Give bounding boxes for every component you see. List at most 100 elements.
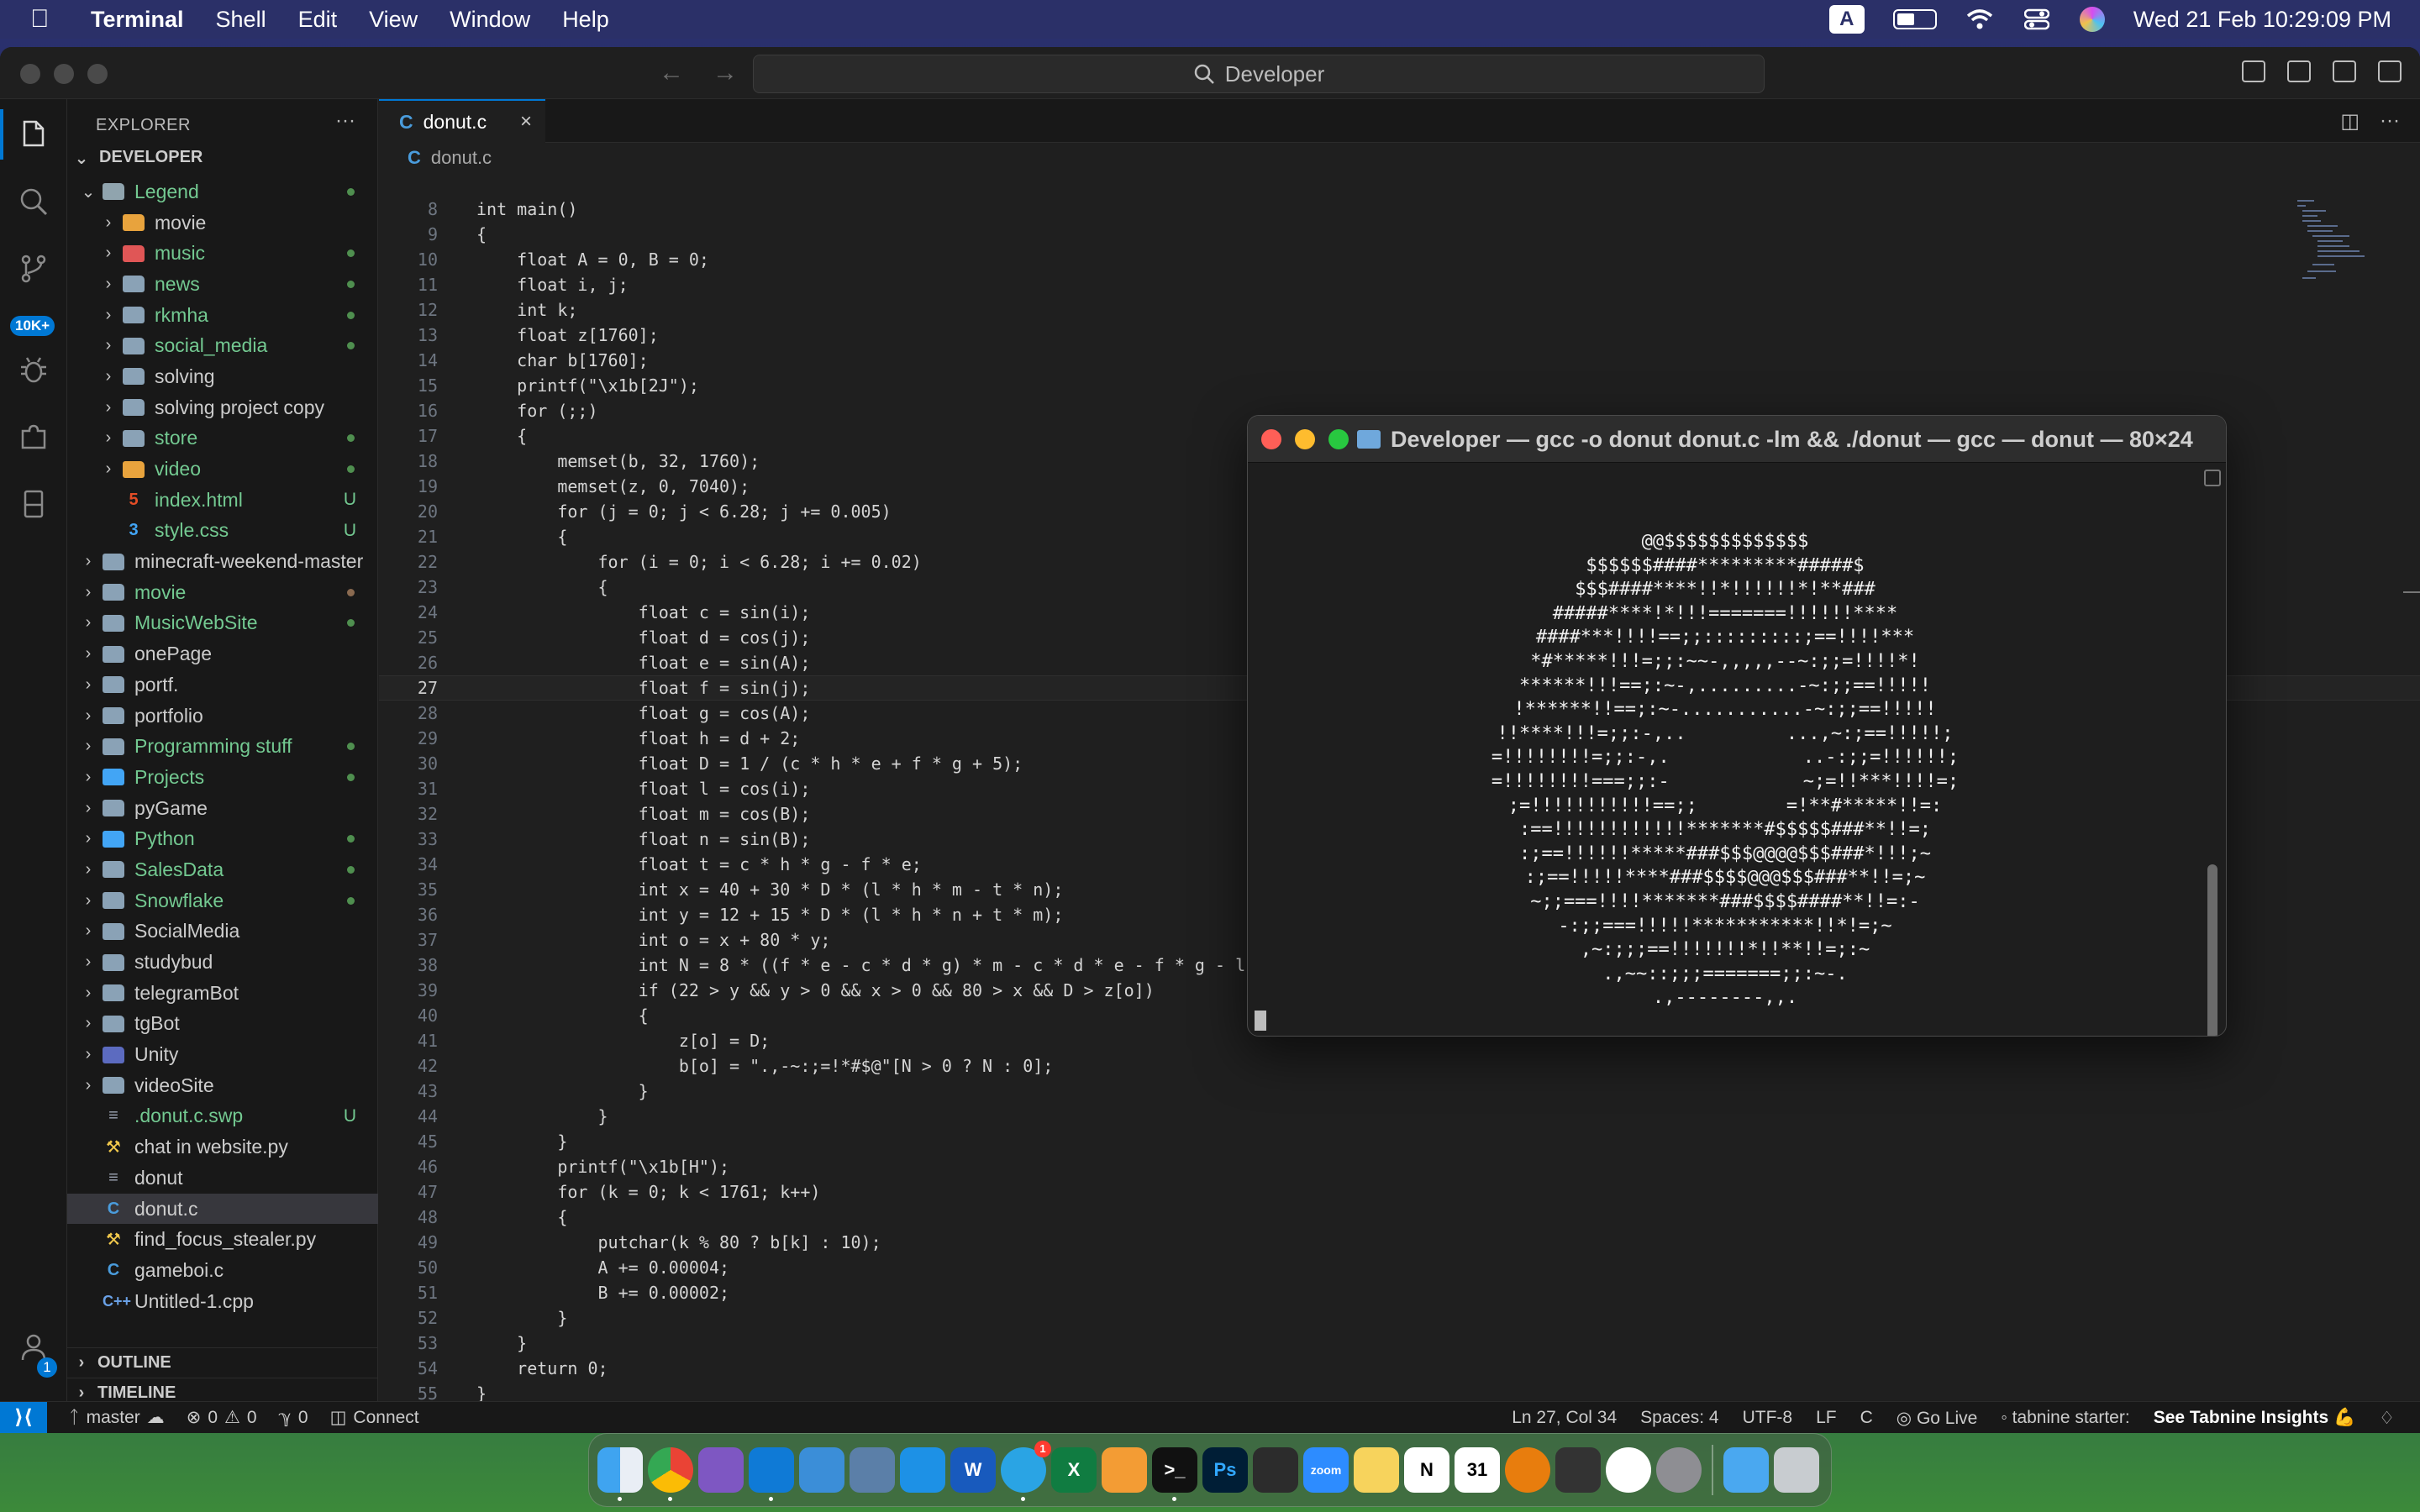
extensions-icon[interactable] (15, 418, 52, 455)
explorer-item[interactable]: › video (67, 454, 378, 485)
workspace-root[interactable]: ⌄ DEVELOPER (72, 148, 203, 169)
code-line[interactable]: 45 } (379, 1129, 2420, 1154)
outline-section[interactable]: › OUTLINE (67, 1347, 378, 1378)
dock-sublime[interactable] (1102, 1447, 1147, 1493)
dock-downloads[interactable] (1723, 1447, 1769, 1493)
control-center-icon[interactable] (2023, 5, 2051, 34)
go-live-button[interactable]: ◎ Go Live (1897, 1408, 1978, 1429)
explorer-item[interactable]: › pyGame (67, 793, 378, 824)
menu-clock[interactable]: Wed 21 Feb 10:29:09 PM (2133, 7, 2391, 33)
code-line[interactable]: 52 } (379, 1305, 2420, 1331)
indentation[interactable]: Spaces: 4 (1640, 1408, 1718, 1428)
input-source-icon[interactable]: A (1828, 5, 1865, 34)
dock-calendar[interactable]: 31 (1455, 1447, 1500, 1493)
code-line[interactable]: 46 printf("\x1b[H"); (379, 1154, 2420, 1179)
close-window-button[interactable] (20, 64, 40, 84)
explorer-item[interactable]: › portfolio (67, 701, 378, 732)
explorer-item[interactable]: › movie (67, 207, 378, 239)
code-line[interactable]: 53 } (379, 1331, 2420, 1356)
connect-button[interactable]: ◫ Connect (330, 1407, 419, 1428)
scrollbar-thumb[interactable] (2207, 864, 2217, 1036)
branch-indicator[interactable]: ᛏ master ☁ (69, 1407, 165, 1428)
dock-finder[interactable] (597, 1447, 643, 1501)
menu-shell[interactable]: Shell (216, 7, 266, 33)
code-line[interactable]: 11 float i, j; (379, 272, 2420, 297)
explorer-item[interactable]: ⌄ Legend (67, 176, 378, 207)
code-line[interactable]: 13 float z[1760]; (379, 323, 2420, 348)
code-line[interactable]: 43 } (379, 1079, 2420, 1104)
dock-telegram[interactable]: 1 (1001, 1441, 1051, 1501)
code-line[interactable]: 47 for (k = 0; k < 1761; k++) (379, 1179, 2420, 1205)
remote-indicator-icon[interactable]: ⟩⟨ (0, 1401, 47, 1433)
dock-terminal[interactable]: >_ (1152, 1447, 1197, 1501)
back-arrow-icon[interactable]: ← (659, 59, 684, 87)
explorer-item[interactable]: › solving project copy (67, 392, 378, 423)
tabnine-status[interactable]: ◦ tabnine starter: (2001, 1408, 2129, 1428)
code-line[interactable]: 15 printf("\x1b[2J"); (379, 373, 2420, 398)
explorer-item[interactable]: › music (67, 238, 378, 269)
dock-excel[interactable]: X (1051, 1447, 1097, 1493)
explorer-item[interactable]: › videoSite (67, 1070, 378, 1101)
dock-unity-hub[interactable] (1555, 1447, 1601, 1493)
explorer-item[interactable]: › Snowflake (67, 885, 378, 916)
explorer-item[interactable]: › rkmha (67, 300, 378, 331)
dock-photoshop[interactable]: Ps (1202, 1447, 1248, 1493)
end-of-line[interactable]: LF (1816, 1408, 1837, 1428)
wifi-icon[interactable] (1965, 5, 1994, 34)
code-line[interactable]: 10 float A = 0, B = 0; (379, 247, 2420, 272)
zoom-window-button[interactable] (87, 64, 108, 84)
dock-final-cut[interactable] (1253, 1447, 1298, 1493)
dock-word[interactable]: W (950, 1447, 996, 1493)
explorer-item[interactable]: 5 index.html U (67, 485, 378, 516)
explorer-item[interactable]: › Projects (67, 762, 378, 793)
dock-system-settings[interactable] (1656, 1447, 1702, 1493)
search-icon[interactable] (15, 183, 52, 220)
explorer-item[interactable]: ≡ .donut.c.swp U (67, 1101, 378, 1132)
dock-chrome[interactable] (648, 1447, 693, 1501)
dock-visual-studio[interactable] (698, 1447, 744, 1493)
breadcrumb-file[interactable]: donut.c (431, 147, 492, 169)
code-line[interactable]: 54 return 0; (379, 1356, 2420, 1381)
siri-icon[interactable] (2079, 7, 2105, 32)
explorer-item[interactable]: › Programming stuff (67, 731, 378, 762)
minimize-window-button[interactable] (54, 64, 74, 84)
dock-zoom[interactable]: zoom (1303, 1447, 1349, 1493)
dock-notion[interactable]: N (1404, 1447, 1449, 1493)
explorer-item[interactable]: Cgameboi.c (67, 1255, 378, 1286)
explorer-item[interactable]: ⚒ chat in website.py (67, 1131, 378, 1163)
dock-vscode[interactable] (749, 1447, 794, 1501)
explorer-item[interactable]: ⚒ find_focus_stealer.py (67, 1224, 378, 1255)
code-line[interactable]: 50 A += 0.00004; (379, 1255, 2420, 1280)
explorer-item[interactable]: › Unity (67, 1039, 378, 1070)
notifications-bell-icon[interactable]: ♢ (2379, 1408, 2395, 1429)
code-line[interactable]: 42 b[o] = ".,-~:;=!*#$@"[N > 0 ? N : 0]; (379, 1053, 2420, 1079)
code-line[interactable]: 14 char b[1760]; (379, 348, 2420, 373)
command-center-search[interactable]: Developer (753, 55, 1765, 93)
explorer-item[interactable]: › social_media (67, 330, 378, 361)
code-line[interactable]: 51 B += 0.00002; (379, 1280, 2420, 1305)
dock-instruments[interactable] (799, 1447, 844, 1493)
toggle-panel-icon[interactable] (2287, 60, 2311, 82)
zoom-window-button[interactable] (1328, 429, 1349, 449)
tabnine-insights-link[interactable]: See Tabnine Insights 💪 (2154, 1408, 2355, 1428)
menu-view[interactable]: View (369, 7, 418, 33)
menu-window[interactable]: Window (450, 7, 530, 33)
menu-edit[interactable]: Edit (298, 7, 338, 33)
dock-trash[interactable] (1774, 1447, 1819, 1493)
dock-dia[interactable] (850, 1447, 895, 1493)
code-line[interactable]: 44 } (379, 1104, 2420, 1129)
explorer-icon[interactable] (0, 109, 52, 160)
explorer-item[interactable]: › store (67, 423, 378, 454)
terminal-scrollbar[interactable] (2204, 470, 2221, 1036)
code-line[interactable]: 49 putchar(k % 80 ? b[k] : 10); (379, 1230, 2420, 1255)
menu-app-name[interactable]: Terminal (91, 7, 184, 33)
explorer-item[interactable]: ≡ donut (67, 1163, 378, 1194)
code-line[interactable]: 9{ (379, 222, 2420, 247)
dock-blender[interactable] (1505, 1447, 1550, 1493)
explorer-item[interactable]: › telegramBot (67, 978, 378, 1009)
minimize-window-button[interactable] (1295, 429, 1315, 449)
apple-menu-icon[interactable]:  (30, 5, 69, 34)
more-actions-icon[interactable]: ··· (2380, 109, 2400, 134)
battery-icon[interactable] (1892, 9, 1937, 29)
dock-notes[interactable] (1354, 1447, 1399, 1493)
